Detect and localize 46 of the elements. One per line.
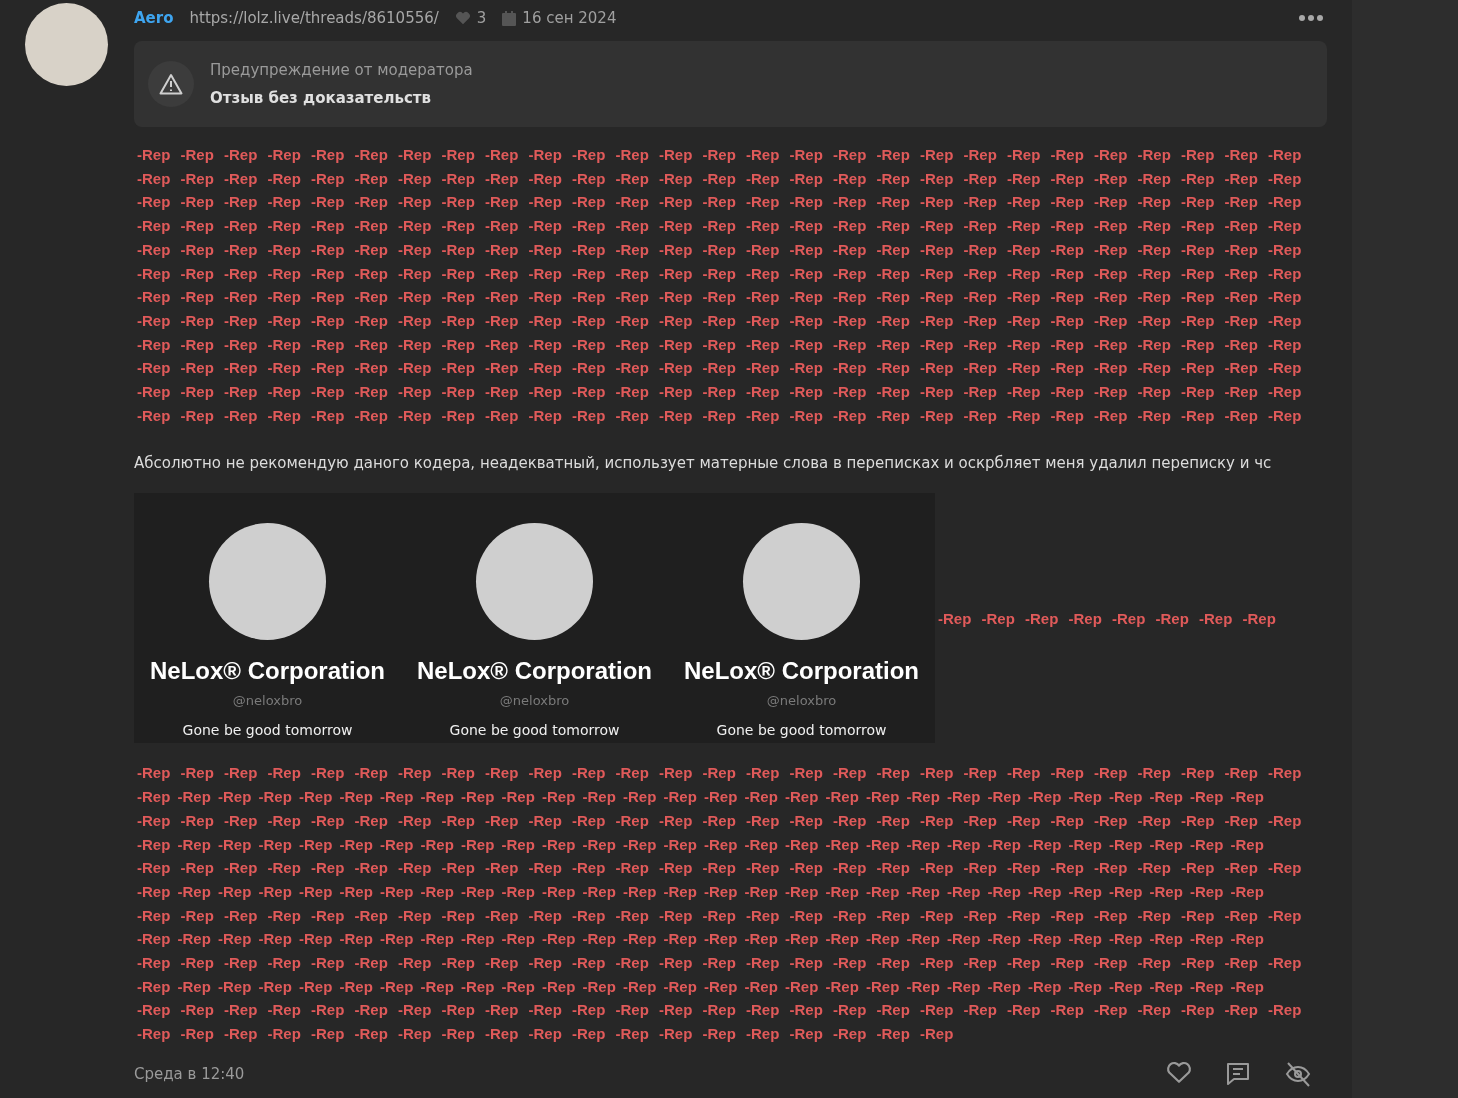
- profile-handle: @neloxbro: [499, 693, 570, 709]
- rep-text-line: -Rep -Rep -Rep -Rep -Rep -Rep -Rep -Rep -Rep -Rep -Rep -Rep -Rep -Rep -Rep -Rep -Rep -Rep -Rep -Rep -Rep -Rep -Rep -Rep -Rep -Rep -Rep: [136, 263, 1303, 284]
- rep-text-line: -Rep -Rep -Rep -Rep -Rep -Rep -Rep -Rep -Rep -Rep -Rep -Rep -Rep -Rep -Rep -Rep -Rep -Rep -Rep -Rep -Rep -Rep -Rep -Rep -Rep -Rep -Rep: [136, 763, 1303, 784]
- heart-icon: [454, 11, 471, 25]
- warning-title: Предупреждение от модератора: [210, 61, 473, 79]
- rep-text-line: -Rep -Rep -Rep -Rep -Rep -Rep -Rep -Rep -Rep -Rep -Rep -Rep -Rep -Rep -Rep -Rep -Rep -Rep -Rep -Rep -Rep -Rep -Rep -Rep -Rep -Rep -Rep: [136, 239, 1303, 260]
- rep-text-line: -Rep -Rep -Rep -Rep -Rep -Rep -Rep -Rep -Rep -Rep -Rep -Rep -Rep -Rep -Rep -Rep -Rep -Rep -Rep -Rep -Rep -Rep -Rep -Rep -Rep -Rep -Rep: [136, 905, 1303, 926]
- profile-name: NeLox® Corporation: [150, 657, 385, 686]
- rep-text-line: -Rep -Rep -Rep -Rep -Rep -Rep -Rep -Rep -Rep -Rep -Rep -Rep -Rep -Rep -Rep -Rep -Rep -Rep -Rep -Rep -Rep -Rep -Rep -Rep -Rep -Rep -Rep: [136, 334, 1303, 355]
- rep-text-line: -Rep -Rep -Rep -Rep -Rep -Rep -Rep -Rep: [937, 608, 1276, 629]
- calendar-icon: [502, 10, 517, 26]
- post-message: Абсолютно не рекомендую даного кодера, неадекватный, использует матерные слова в переписках и оскрбляет меня удалил переписку и чс: [134, 454, 1273, 473]
- warning-icon: [148, 61, 194, 107]
- profile-name: NeLox® Corporation: [684, 657, 919, 686]
- rep-text-line: -Rep -Rep -Rep -Rep -Rep -Rep -Rep -Rep -Rep -Rep -Rep -Rep -Rep -Rep -Rep -Rep -Rep -Rep -Rep -Rep -Rep -Rep -Rep -Rep -Rep -Rep -Rep -Rep: [136, 787, 1265, 808]
- profile-status: Gone be good tomorrow: [716, 722, 887, 739]
- like-count: 3: [476, 9, 487, 27]
- rep-text-line: -Rep -Rep -Rep -Rep -Rep -Rep -Rep -Rep -Rep -Rep -Rep -Rep -Rep -Rep -Rep -Rep -Rep -Rep -Rep -Rep -Rep -Rep -Rep -Rep -Rep -Rep -Rep: [136, 192, 1303, 213]
- thread-link[interactable]: https://lolz.live/threads/8610556/: [189, 9, 439, 27]
- rep-text-line: -Rep -Rep -Rep -Rep -Rep -Rep -Rep -Rep -Rep -Rep -Rep -Rep -Rep -Rep -Rep -Rep -Rep -Rep -Rep -Rep -Rep -Rep -Rep -Rep -Rep -Rep -Rep: [136, 358, 1303, 379]
- rep-text-line: -Rep -Rep -Rep -Rep -Rep -Rep -Rep -Rep -Rep -Rep -Rep -Rep -Rep -Rep -Rep -Rep -Rep -Rep -Rep -Rep -Rep -Rep -Rep -Rep -Rep -Rep -Rep: [136, 168, 1303, 189]
- author-link[interactable]: Aero: [134, 9, 174, 27]
- profile-name: NeLox® Corporation: [417, 657, 652, 686]
- post-time: Среда в 12:40: [134, 1064, 245, 1083]
- rep-text-line: -Rep -Rep -Rep -Rep -Rep -Rep -Rep -Rep -Rep -Rep -Rep -Rep -Rep -Rep -Rep -Rep -Rep -Rep -Rep -Rep -Rep -Rep -Rep -Rep -Rep -Rep -Rep: [136, 405, 1303, 426]
- rep-text-line: -Rep -Rep -Rep -Rep -Rep -Rep -Rep -Rep -Rep -Rep -Rep -Rep -Rep -Rep -Rep -Rep -Rep -Rep -Rep -Rep -Rep -Rep -Rep -Rep -Rep -Rep -Rep: [136, 858, 1303, 879]
- profile-handle: @neloxbro: [766, 693, 837, 709]
- warning-text: Отзыв без доказательств: [210, 89, 432, 107]
- profile-status: Gone be good tomorrow: [449, 722, 620, 739]
- rep-text-line: -Rep -Rep -Rep -Rep -Rep -Rep -Rep -Rep -Rep -Rep -Rep -Rep -Rep -Rep -Rep -Rep -Rep -Rep -Rep -Rep -Rep -Rep -Rep -Rep -Rep -Rep -Rep: [136, 287, 1303, 308]
- rep-text-line: -Rep -Rep -Rep -Rep -Rep -Rep -Rep -Rep -Rep -Rep -Rep -Rep -Rep -Rep -Rep -Rep -Rep -Rep -Rep -Rep -Rep -Rep -Rep -Rep -Rep -Rep -Rep: [136, 310, 1303, 331]
- rep-text-line: -Rep -Rep -Rep -Rep -Rep -Rep -Rep -Rep -Rep -Rep -Rep -Rep -Rep -Rep -Rep -Rep -Rep -Rep -Rep -Rep -Rep -Rep -Rep -Rep -Rep -Rep -Rep: [136, 145, 1303, 165]
- rep-text-line: -Rep -Rep -Rep -Rep -Rep -Rep -Rep -Rep -Rep -Rep -Rep -Rep -Rep -Rep -Rep -Rep -Rep -Rep -Rep -Rep -Rep -Rep -Rep -Rep -Rep -Rep -Rep -Rep: [136, 881, 1265, 902]
- rep-text-line: -Rep -Rep -Rep -Rep -Rep -Rep -Rep -Rep -Rep -Rep -Rep -Rep -Rep -Rep -Rep -Rep -Rep -Rep -Rep -Rep -Rep -Rep -Rep -Rep -Rep -Rep -Rep: [136, 216, 1303, 237]
- rep-text-line: -Rep -Rep -Rep -Rep -Rep -Rep -Rep -Rep -Rep -Rep -Rep -Rep -Rep -Rep -Rep -Rep -Rep -Rep -Rep: [136, 1024, 955, 1045]
- more-options-button[interactable]: [1299, 15, 1323, 21]
- rep-text-line: -Rep -Rep -Rep -Rep -Rep -Rep -Rep -Rep -Rep -Rep -Rep -Rep -Rep -Rep -Rep -Rep -Rep -Rep -Rep -Rep -Rep -Rep -Rep -Rep -Rep -Rep -Rep: [136, 953, 1303, 974]
- rep-text-line: -Rep -Rep -Rep -Rep -Rep -Rep -Rep -Rep -Rep -Rep -Rep -Rep -Rep -Rep -Rep -Rep -Rep -Rep -Rep -Rep -Rep -Rep -Rep -Rep -Rep -Rep -Rep: [136, 810, 1303, 831]
- rep-text-line: -Rep -Rep -Rep -Rep -Rep -Rep -Rep -Rep -Rep -Rep -Rep -Rep -Rep -Rep -Rep -Rep -Rep -Rep -Rep -Rep -Rep -Rep -Rep -Rep -Rep -Rep -Rep: [136, 1000, 1303, 1021]
- post-date: 16 сен 2024: [522, 9, 617, 27]
- profile-handle: @neloxbro: [232, 693, 303, 709]
- rep-text-line: -Rep -Rep -Rep -Rep -Rep -Rep -Rep -Rep -Rep -Rep -Rep -Rep -Rep -Rep -Rep -Rep -Rep -Rep -Rep -Rep -Rep -Rep -Rep -Rep -Rep -Rep -Rep -Rep: [136, 929, 1265, 950]
- rep-text-line: -Rep -Rep -Rep -Rep -Rep -Rep -Rep -Rep -Rep -Rep -Rep -Rep -Rep -Rep -Rep -Rep -Rep -Rep -Rep -Rep -Rep -Rep -Rep -Rep -Rep -Rep -Rep: [136, 382, 1303, 403]
- profile-status: Gone be good tomorrow: [182, 722, 353, 739]
- rep-text-line: -Rep -Rep -Rep -Rep -Rep -Rep -Rep -Rep -Rep -Rep -Rep -Rep -Rep -Rep -Rep -Rep -Rep -Rep -Rep -Rep -Rep -Rep -Rep -Rep -Rep -Rep -Rep -Rep: [136, 834, 1265, 855]
- rep-text-line: -Rep -Rep -Rep -Rep -Rep -Rep -Rep -Rep -Rep -Rep -Rep -Rep -Rep -Rep -Rep -Rep -Rep -Rep -Rep -Rep -Rep -Rep -Rep -Rep -Rep -Rep -Rep -Rep: [136, 976, 1265, 997]
